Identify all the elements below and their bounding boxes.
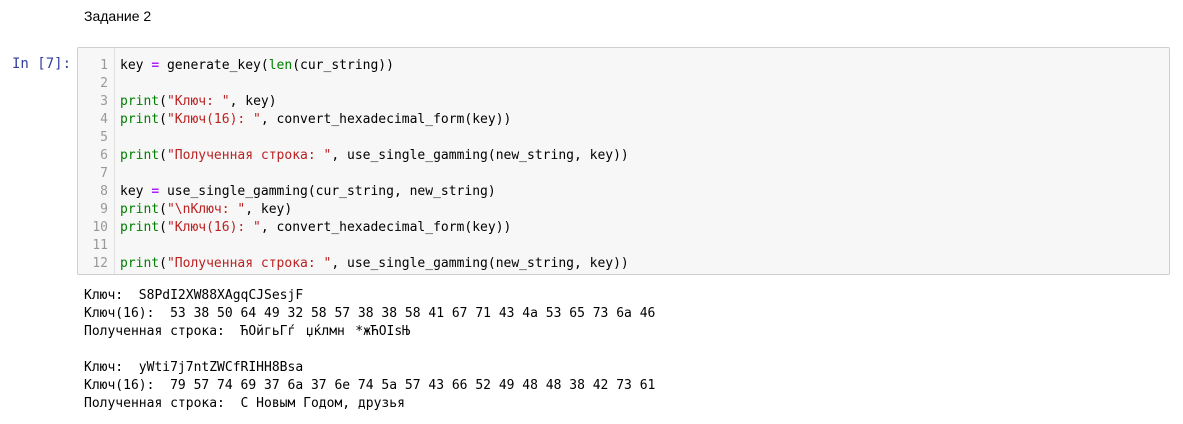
output-line: Ключ: yWti7j7ntZWCfRIHH8Bsa <box>84 360 304 375</box>
code-text: print("Полученная строка: ", use_single_… <box>120 255 629 273</box>
code-lines: 1 key = generate_key(len(cur_string)) 2 3 pr… <box>78 57 1169 273</box>
code-token: (cur_string)) <box>292 58 394 73</box>
code-token: "Ключ(16): " <box>166 112 261 127</box>
line-number: 6 <box>100 148 108 163</box>
code-token: generate_key( <box>159 58 269 73</box>
output-line: Полученная строка: ЋОйгьГѓџќлмн*жЋОIsЊ <box>84 324 411 339</box>
output-line: Ключ(16): 79 57 74 69 37 6a 37 6e 74 5a … <box>84 378 656 393</box>
line-number: 3 <box>100 94 108 109</box>
code-line[interactable]: 10 print("Ключ(16): ", convert_hexadecima… <box>78 219 1169 237</box>
code-line[interactable]: 4 print("Ключ(16): ", convert_hexadecimal… <box>78 111 1169 129</box>
code-token: key <box>120 58 152 73</box>
code-line[interactable]: 2 <box>78 75 1169 93</box>
output-line: Ключ: S8PdI2XW88XAgqCJSesjF <box>84 288 304 303</box>
code-token: "\nКлюч: " <box>166 202 246 217</box>
code-token: , key) <box>229 94 277 109</box>
code-token: print <box>120 202 160 217</box>
code-token: print <box>120 220 160 235</box>
code-text: print("Полученная строка: ", use_single_… <box>120 147 629 165</box>
code-line[interactable]: 7 <box>78 165 1169 183</box>
code-line[interactable]: 12 print("Полученная строка: ", use_singl… <box>78 255 1169 273</box>
line-number: 10 <box>92 220 108 235</box>
code-text: print("Ключ(16): ", convert_hexadecimal_… <box>120 111 511 129</box>
code-token: , use_single_gamming(new_string, key)) <box>331 256 629 271</box>
line-number: 7 <box>100 166 108 181</box>
code-token: , key) <box>245 202 293 217</box>
code-text: print("\nКлюч: ", key) <box>120 201 292 219</box>
line-number: 4 <box>100 112 108 127</box>
code-line[interactable]: 8 key = use_single_gamming(cur_string, ne… <box>78 183 1169 201</box>
line-number: 12 <box>92 256 108 271</box>
code-token: "Ключ: " <box>166 94 230 109</box>
markdown-cell[interactable]: Задание 2 <box>84 8 151 25</box>
code-line[interactable]: 1 key = generate_key(len(cur_string)) <box>78 57 1169 75</box>
code-text: key = use_single_gamming(cur_string, new… <box>120 183 496 201</box>
code-token: print <box>120 112 160 127</box>
code-text: print("Ключ: ", key) <box>120 93 277 111</box>
code-token: ( <box>159 220 167 235</box>
code-line[interactable]: 6 print("Полученная строка: ", use_single… <box>78 147 1169 165</box>
code-token: = <box>151 184 160 199</box>
code-token: print <box>120 94 160 109</box>
line-number: 8 <box>100 184 108 199</box>
code-token: , use_single_gamming(new_string, key)) <box>331 148 629 163</box>
code-token: key <box>120 184 152 199</box>
input-prompt: In [7]: <box>12 56 72 72</box>
code-token: ( <box>159 202 167 217</box>
code-token: use_single_gamming(cur_string, new_strin… <box>159 184 496 199</box>
code-text: print("Ключ(16): ", convert_hexadecimal_… <box>120 219 511 237</box>
code-line[interactable]: 3 print("Ключ: ", key) <box>78 93 1169 111</box>
code-token: print <box>120 256 160 271</box>
code-token: print <box>120 148 160 163</box>
code-token: "Полученная строка: " <box>166 256 332 271</box>
code-token: ( <box>159 94 167 109</box>
line-number: 1 <box>100 58 108 73</box>
line-number: 2 <box>100 76 108 91</box>
code-token: = <box>151 58 160 73</box>
code-text: key = generate_key(len(cur_string)) <box>120 57 394 75</box>
code-editor[interactable]: 1 key = generate_key(len(cur_string)) 2 3 pr… <box>77 47 1170 275</box>
code-line[interactable]: 11 <box>78 237 1169 255</box>
code-token: , convert_hexadecimal_form(key)) <box>260 220 512 235</box>
output-line: Ключ(16): 53 38 50 64 49 32 58 57 38 38 … <box>84 306 656 321</box>
code-token: len <box>268 58 293 73</box>
code-line[interactable]: 9 print("\nКлюч: ", key) <box>78 201 1169 219</box>
code-token: ( <box>159 112 167 127</box>
code-token: "Ключ(16): " <box>166 220 261 235</box>
code-token: ( <box>159 256 167 271</box>
code-token: ( <box>159 148 167 163</box>
code-line[interactable]: 5 <box>78 129 1169 147</box>
code-token: "Полученная строка: " <box>166 148 332 163</box>
line-number: 9 <box>100 202 108 217</box>
task-heading: Задание 2 <box>84 8 152 24</box>
output-line: Полученная строка: С Новым Годом, друзья <box>84 396 405 411</box>
code-token: , convert_hexadecimal_form(key)) <box>260 112 512 127</box>
line-number: 11 <box>92 238 108 253</box>
line-number: 5 <box>100 130 108 145</box>
cell-output: Ключ: S8PdI2XW88XAgqCJSesjF Ключ(16): 53 … <box>84 287 655 413</box>
